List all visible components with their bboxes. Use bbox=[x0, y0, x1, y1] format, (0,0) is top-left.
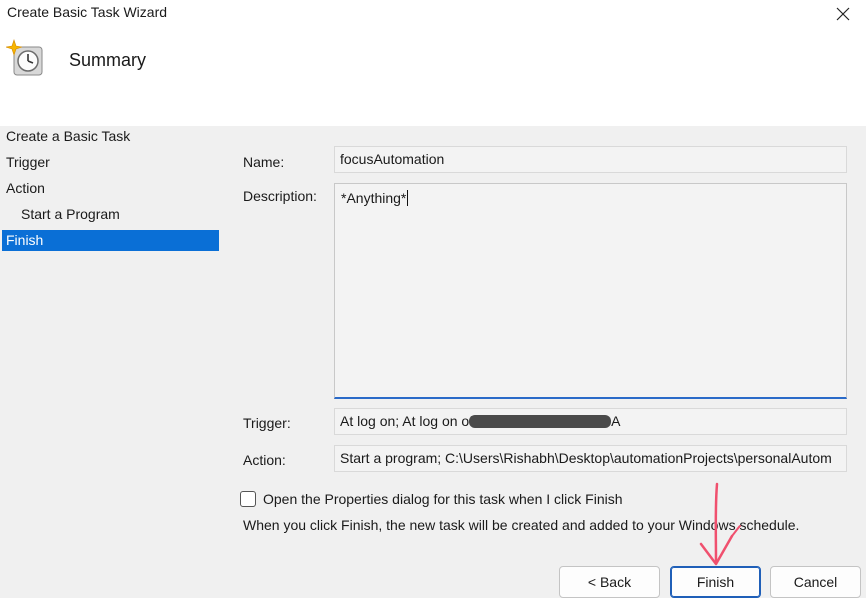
wizard-steps: Create a Basic Task Trigger Action Start… bbox=[0, 126, 222, 598]
name-label: Name: bbox=[243, 154, 285, 170]
nav-step-start-program[interactable]: Start a Program bbox=[2, 204, 219, 225]
open-properties-label[interactable]: Open the Properties dialog for this task… bbox=[263, 491, 623, 507]
close-icon bbox=[836, 7, 850, 21]
nav-step-create-basic-task[interactable]: Create a Basic Task bbox=[2, 126, 219, 147]
trigger-text-tail: A bbox=[611, 413, 621, 429]
page-title: Summary bbox=[69, 50, 147, 70]
name-field[interactable]: focusAutomation bbox=[334, 146, 847, 173]
nav-step-action[interactable]: Action bbox=[2, 178, 219, 199]
trigger-field[interactable]: At log on; At log on of A bbox=[334, 408, 847, 435]
trigger-label: Trigger: bbox=[243, 415, 291, 431]
title-bar: Create Basic Task Wizard bbox=[0, 0, 866, 28]
window-title: Create Basic Task Wizard bbox=[7, 4, 168, 20]
description-label: Description: bbox=[243, 188, 317, 204]
action-label: Action: bbox=[243, 452, 286, 468]
text-caret bbox=[407, 190, 409, 206]
description-textarea[interactable]: *Anything* bbox=[334, 183, 847, 399]
task-scheduler-icon bbox=[6, 39, 43, 76]
redaction-mark bbox=[469, 415, 612, 428]
cancel-button[interactable]: Cancel bbox=[770, 566, 861, 598]
close-button[interactable] bbox=[820, 0, 866, 28]
annotation-arrow-icon bbox=[699, 482, 741, 566]
finish-button[interactable]: Finish bbox=[670, 566, 761, 598]
nav-step-finish[interactable]: Finish bbox=[2, 230, 219, 251]
action-field[interactable]: Start a program; C:\Users\Rishabh\Deskto… bbox=[334, 445, 847, 472]
nav-step-trigger[interactable]: Trigger bbox=[2, 152, 219, 173]
description-text: *Anything* bbox=[341, 190, 407, 206]
wizard-header: Summary bbox=[0, 28, 866, 126]
trigger-text: At log on; At log on of bbox=[340, 413, 474, 429]
back-button[interactable]: < Back bbox=[559, 566, 660, 598]
open-properties-checkbox[interactable] bbox=[240, 491, 256, 507]
